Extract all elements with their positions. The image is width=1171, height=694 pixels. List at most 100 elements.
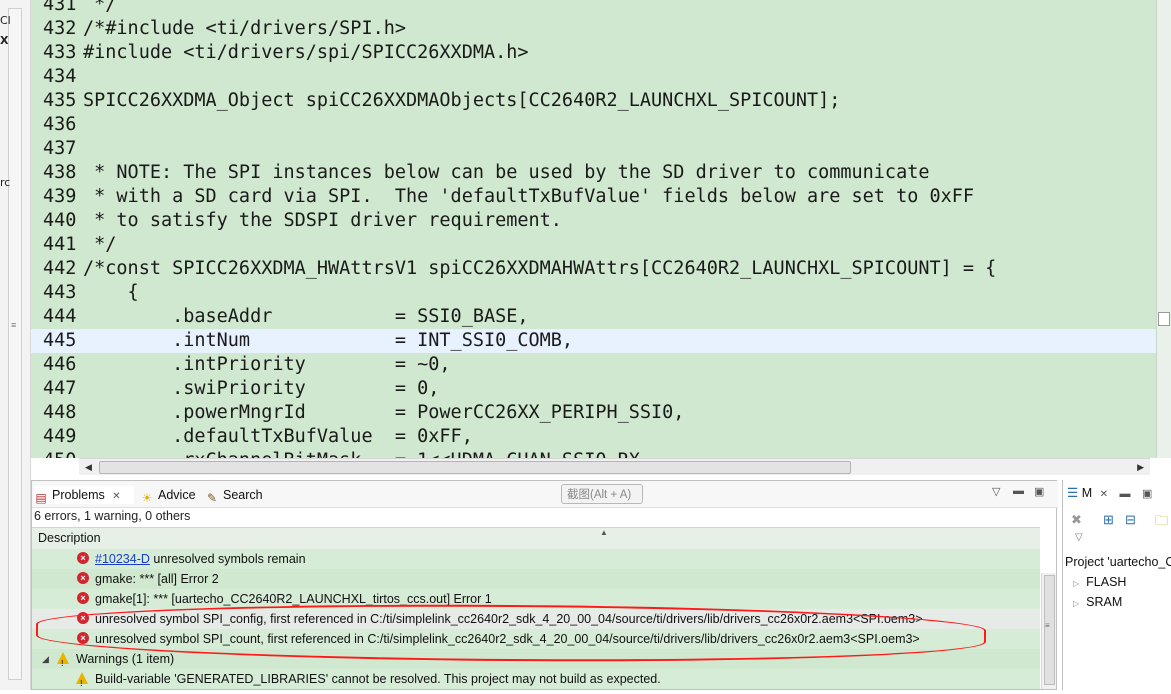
maximize-icon[interactable]: ▣	[1142, 488, 1152, 500]
scrollbar-thumb[interactable]	[1158, 312, 1170, 326]
warnings-group-row[interactable]: ◢! Warnings (1 item)	[32, 649, 1040, 669]
scrollbar-thumb[interactable]	[1044, 575, 1055, 685]
error-icon: ×	[77, 552, 89, 564]
close-icon[interactable]: ✕	[112, 491, 120, 502]
problem-row[interactable]: ! Build-variable 'GENERATED_LIBRARIES' ca…	[32, 669, 1040, 689]
sort-indicator-icon: ▲	[600, 528, 608, 537]
tab-advice[interactable]: ☀ Advice	[140, 486, 196, 505]
tab-label: M	[1081, 486, 1093, 500]
tab-problems[interactable]: ▤ Problems ✕	[34, 486, 134, 505]
problem-row[interactable]: × gmake: *** [all] Error 2	[32, 569, 1040, 589]
problems-view: ▤ Problems ✕ ☀ Advice ✎ Search 截图(Alt + A) …	[31, 480, 1058, 690]
code-line[interactable]: 435 SPICC26XXDMA_Object spiCC26XXDMAObjec…	[31, 89, 1157, 113]
problem-description: Warnings (1 item)	[76, 652, 175, 666]
code-line[interactable]: 442 /*const SPICC26XXDMA_HWAttrsV1 spiCC2…	[31, 257, 1157, 281]
code-line[interactable]: 446 .intPriority = ~0,	[31, 353, 1157, 377]
line-number: 433	[43, 42, 77, 63]
line-number: 442	[43, 258, 77, 279]
line-text: /*const SPICC26XXDMA_HWAttrsV1 spiCC26XX…	[83, 258, 997, 279]
line-text: #include <ti/drivers/spi/SPICC26XXDMA.h>	[83, 42, 529, 63]
line-number: 438	[43, 162, 77, 183]
problem-row[interactable]: × unresolved symbol SPI_config, first ref…	[32, 609, 1040, 629]
code-line[interactable]: 445 .intNum = INT_SSI0_COMB,	[31, 329, 1157, 353]
remove-icon[interactable]: ✖	[1071, 512, 1082, 528]
code-line[interactable]: 448 .powerMngrId = PowerCC26XX_PERIPH_SS…	[31, 401, 1157, 425]
code-line[interactable]: 449 .defaultTxBufValue = 0xFF,	[31, 425, 1157, 449]
outline-view: ☰ M ✕ ▬ ▣ ✖ ⊞ ⊟ 🗀 ▽ Project 'uartecho_C …	[1062, 480, 1171, 690]
outline-icon: ☰	[1067, 486, 1079, 500]
line-number: 434	[43, 66, 77, 87]
view-menu-icon[interactable]: ▽	[992, 485, 1000, 498]
quick-access-field[interactable]: 截图(Alt + A)	[561, 484, 643, 504]
grip-icon: ≡	[1045, 621, 1050, 630]
left-view-edge: Cl X rc ≡	[0, 0, 31, 690]
code-line[interactable]: 432 /*#include <ti/drivers/SPI.h>	[31, 17, 1157, 41]
code-line[interactable]: 447 .swiPriority = 0,	[31, 377, 1157, 401]
outline-node-sram[interactable]: ▷ SRAM	[1073, 595, 1122, 609]
error-icon: ×	[77, 592, 89, 604]
column-header-description[interactable]: Description ▲	[32, 527, 1040, 551]
line-text: .intPriority = ~0,	[83, 354, 451, 375]
expand-icon[interactable]: ▷	[1073, 599, 1079, 608]
outline-project-label: Project 'uartecho_C	[1065, 555, 1171, 569]
code-line[interactable]: 438 * NOTE: The SPI instances below can …	[31, 161, 1157, 185]
scrollbar-thumb[interactable]	[99, 461, 851, 474]
code-line[interactable]: 436	[31, 113, 1157, 137]
tab-outline[interactable]: ☰ M ✕ ▬ ▣	[1067, 485, 1152, 500]
problems-vertical-scrollbar[interactable]: ≡	[1041, 573, 1056, 689]
code-line[interactable]: 431 */	[31, 0, 1157, 17]
problem-row[interactable]: × #10234-D unresolved symbols remain	[32, 549, 1040, 569]
code-line[interactable]: 443 {	[31, 281, 1157, 305]
line-text: */	[83, 0, 117, 15]
error-icon: ×	[77, 632, 89, 644]
scroll-left-icon[interactable]: ◀	[85, 459, 92, 475]
editor-horizontal-scrollbar[interactable]: ◀ ▶	[79, 458, 1150, 475]
code-editor[interactable]: 431 */432/*#include <ti/drivers/SPI.h> 43…	[31, 0, 1171, 458]
problems-icon: ▤	[35, 491, 47, 505]
minimize-icon[interactable]: ▬	[1013, 485, 1024, 497]
minimize-icon[interactable]: ▬	[1119, 488, 1130, 500]
editor-vertical-scrollbar[interactable]	[1156, 0, 1171, 458]
line-number: 444	[43, 306, 77, 327]
maximize-icon[interactable]: ▣	[1034, 485, 1044, 498]
outline-node-flash[interactable]: ▷ FLASH	[1073, 575, 1126, 589]
tab-label: Problems	[52, 488, 105, 502]
code-line[interactable]: 444 .baseAddr = SSI0_BASE,	[31, 305, 1157, 329]
code-line[interactable]: 450 .rxChannelBitMask = 1<<UDMA_CHAN_SSI…	[31, 449, 1157, 458]
line-number: 445	[43, 330, 77, 351]
left-view-close-fragment[interactable]: X	[0, 34, 8, 47]
expand-all-icon[interactable]: ⊞	[1103, 512, 1114, 528]
problem-description: gmake[1]: *** [uartecho_CC2640R2_LAUNCHX…	[95, 592, 492, 606]
problem-description: unresolved symbol SPI_count, first refer…	[95, 632, 920, 646]
code-line[interactable]: 440 * to satisfy the SDSPI driver requir…	[31, 209, 1157, 233]
code-line[interactable]: 439 * with a SD card via SPI. The 'defau…	[31, 185, 1157, 209]
line-text: * NOTE: The SPI instances below can be u…	[83, 162, 930, 183]
problem-description: Build-variable 'GENERATED_LIBRARIES' can…	[95, 672, 661, 686]
search-icon: ✎	[206, 491, 218, 505]
tab-label: Search	[223, 488, 263, 502]
problem-row[interactable]: × gmake[1]: *** [uartecho_CC2640R2_LAUNCH…	[32, 589, 1040, 609]
line-text: .powerMngrId = PowerCC26XX_PERIPH_SSI0,	[83, 402, 685, 423]
expand-icon[interactable]: ▷	[1073, 579, 1079, 588]
view-menu-icon[interactable]: ▽	[1075, 532, 1083, 543]
scroll-right-icon[interactable]: ▶	[1137, 459, 1144, 475]
grip-icon[interactable]: ≡	[11, 320, 16, 330]
line-text: .defaultTxBufValue = 0xFF,	[83, 426, 473, 447]
line-number: 441	[43, 234, 77, 255]
collapse-icon[interactable]: ◢	[42, 649, 49, 669]
error-code-link[interactable]: #10234-D	[95, 552, 150, 566]
left-view-text-fragment: rc	[0, 176, 11, 189]
code-line[interactable]: 437	[31, 137, 1157, 161]
code-line[interactable]: 433 #include <ti/drivers/spi/SPICC26XXDMA…	[31, 41, 1157, 65]
tab-search[interactable]: ✎ Search	[205, 486, 263, 505]
close-icon[interactable]: ✕	[1100, 489, 1108, 500]
collapse-all-icon[interactable]: ⊟	[1125, 512, 1136, 528]
code-line[interactable]: 434	[31, 65, 1157, 89]
left-view-scrollbar[interactable]	[8, 8, 22, 680]
problem-row[interactable]: × unresolved symbol SPI_count, first refe…	[32, 629, 1040, 649]
line-number: 432	[43, 18, 77, 39]
warning-icon: !	[57, 652, 69, 668]
new-folder-icon[interactable]: 🗀	[1155, 512, 1168, 534]
line-text: .rxChannelBitMask = 1<<UDMA_CHAN_SSI0_RX…	[83, 449, 651, 458]
code-line[interactable]: 441 */	[31, 233, 1157, 257]
